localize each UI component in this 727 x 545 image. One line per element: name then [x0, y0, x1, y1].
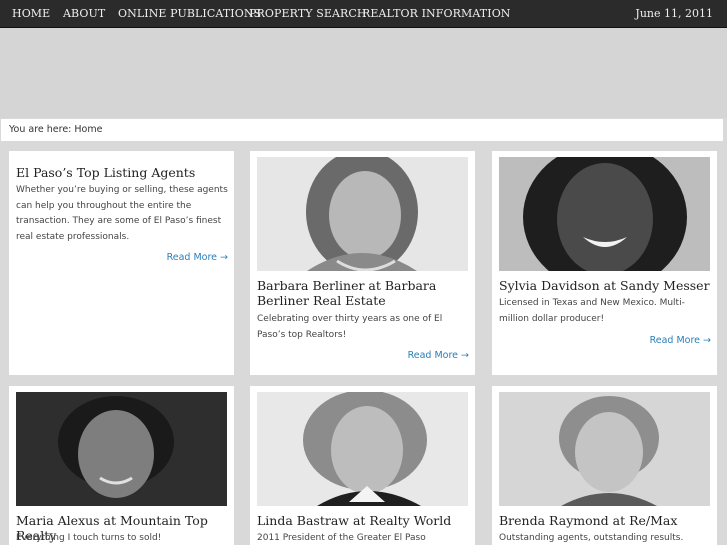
- agent-photo[interactable]: [257, 157, 468, 271]
- agent-photo[interactable]: [257, 392, 468, 506]
- agent-card-sylvia-davidson[interactable]: Sylvia Davidson at Sandy Messer Licensed…: [492, 151, 717, 375]
- intro-card: El Paso’s Top Listing Agents Whether you…: [9, 151, 234, 375]
- header-banner: [0, 28, 727, 118]
- agent-name: Linda Bastraw at Realty World: [257, 513, 452, 528]
- intro-read-more-link[interactable]: Read More →: [167, 252, 228, 263]
- agent-card-barbara-berliner[interactable]: Barbara Berliner at Barbara Berliner Rea…: [250, 151, 475, 375]
- current-date: June 11, 2011: [635, 7, 713, 20]
- agent-card-brenda-raymond[interactable]: Brenda Raymond at Re/Max Outstanding age…: [492, 386, 717, 545]
- agent-card-linda-bastraw[interactable]: Linda Bastraw at Realty World 2011 Presi…: [250, 386, 475, 545]
- agent-description: Outstanding agents, outstanding results.: [499, 533, 684, 543]
- nav-online-publications[interactable]: ONLINE PUBLICATIONS: [118, 0, 261, 28]
- agent-photo[interactable]: [499, 157, 710, 271]
- agent-name: Barbara Berliner at Barbara Berliner Rea…: [257, 278, 437, 308]
- agent-photo[interactable]: [499, 392, 710, 506]
- agent-description: Celebrating over thirty years as one of …: [257, 314, 443, 340]
- nav-about[interactable]: ABOUT: [63, 0, 105, 28]
- intro-text: Whether you’re buying or selling, these …: [16, 185, 228, 242]
- nav-home[interactable]: HOME: [12, 0, 50, 28]
- agent-description: Everything I touch turns to sold!: [16, 533, 162, 543]
- breadcrumb-text: You are here: Home: [9, 124, 103, 135]
- agent-card-maria-alexus[interactable]: Maria Alexus at Mountain Top Realty Ever…: [9, 386, 234, 545]
- nav-property-search[interactable]: PROPERTY SEARCH: [249, 0, 367, 28]
- agent-name: Sylvia Davidson at Sandy Messer: [499, 278, 710, 293]
- agent-read-more-link[interactable]: Read More →: [408, 350, 469, 361]
- breadcrumb: You are here: Home: [1, 119, 723, 141]
- agent-name: Brenda Raymond at Re/Max: [499, 513, 678, 528]
- agent-read-more-link[interactable]: Read More →: [650, 335, 711, 346]
- agent-photo[interactable]: [16, 392, 227, 506]
- nav-realtor-information[interactable]: REALTOR INFORMATION: [362, 0, 511, 28]
- agent-description: 2011 President of the Greater El Paso As…: [257, 533, 426, 543]
- top-navigation: HOME ABOUT ONLINE PUBLICATIONS PROPERTY …: [0, 0, 727, 28]
- agent-description: Licensed in Texas and New Mexico. Multi-…: [499, 298, 685, 324]
- intro-title: El Paso’s Top Listing Agents: [16, 165, 196, 180]
